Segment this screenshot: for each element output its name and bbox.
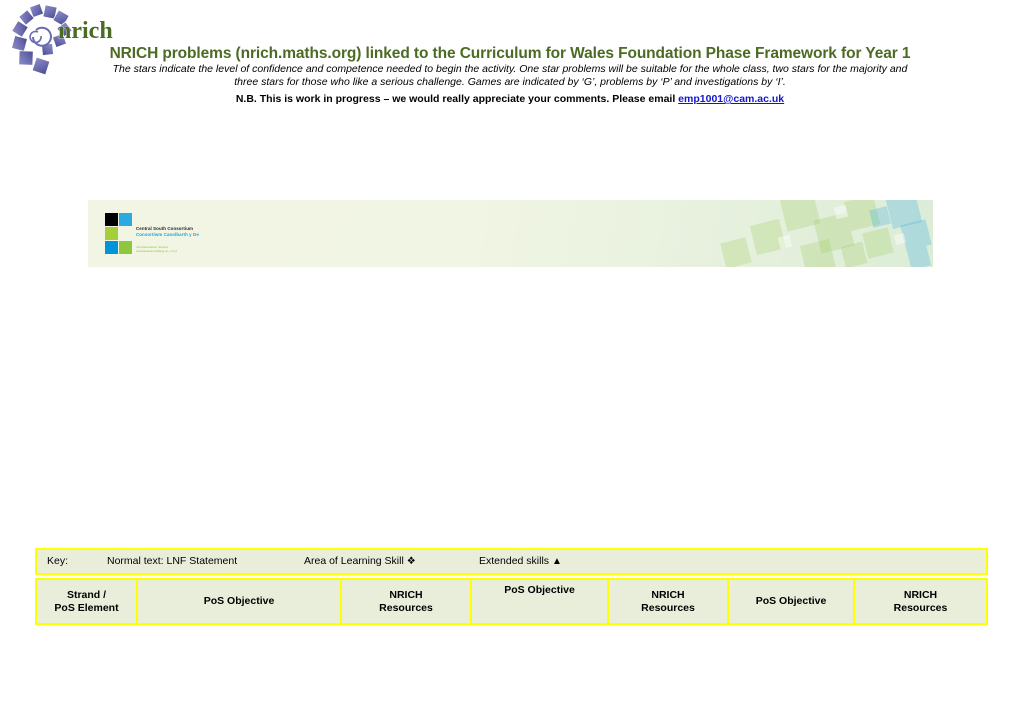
column-header-pos-objective-3: PoS Objective bbox=[729, 580, 855, 623]
consortium-logo-squares bbox=[105, 213, 133, 255]
column-header-line1: NRICH bbox=[903, 588, 938, 601]
logo-square-black bbox=[105, 213, 118, 226]
title-block: NRICH problems (nrich.maths.org) linked … bbox=[0, 44, 1020, 107]
column-header-line1: PoS Objective bbox=[203, 595, 275, 607]
subtitle-line-2: three stars for those who like a serious… bbox=[234, 76, 786, 88]
nrich-wordmark: nrich bbox=[58, 18, 113, 44]
consortium-logo: Central South Consortium Consortiwm Cano… bbox=[105, 213, 215, 255]
triangle-icon: ▲ bbox=[551, 556, 562, 567]
column-header-pos-objective-1: PoS Objective bbox=[138, 580, 342, 623]
key-area-of-learning: Area of Learning Skill ❖ bbox=[304, 555, 416, 567]
key-row: Key: Normal text: LNF Statement Area of … bbox=[35, 548, 988, 575]
note-line: N.B. This is work in progress – we would… bbox=[0, 92, 1020, 107]
note-text: N.B. This is work in progress – we would… bbox=[235, 93, 679, 105]
mosaic-decoration bbox=[720, 200, 932, 267]
column-header-nrich-resources-3: NRICH Resources bbox=[855, 580, 986, 623]
contact-email-link[interactable]: emp1001@cam.ac.uk bbox=[678, 93, 784, 105]
logo-square-green bbox=[105, 227, 118, 240]
column-header-strand-pos-element: Strand / PoS Element bbox=[37, 580, 138, 623]
key-extended-label: Extended skills bbox=[479, 555, 550, 567]
key-label: Key: bbox=[47, 555, 69, 567]
column-header-nrich-resources-2: NRICH Resources bbox=[609, 580, 729, 623]
column-header-line2: Resources bbox=[379, 601, 433, 614]
column-header-line1: Strand / bbox=[66, 588, 107, 601]
column-header-line1: PoS Objective bbox=[755, 595, 827, 607]
key-extended-skills: Extended skills ▲ bbox=[479, 555, 562, 567]
subtitle-line-1: The stars indicate the level of confiden… bbox=[112, 63, 908, 75]
logo-square-lightgreen bbox=[119, 241, 132, 254]
logo-square-blue bbox=[105, 241, 118, 254]
column-header-line2: PoS Element bbox=[54, 601, 119, 614]
column-header-line1: NRICH bbox=[389, 588, 423, 601]
column-header-pos-objective-2: PoS Objective bbox=[472, 580, 609, 623]
page-title: NRICH problems (nrich.maths.org) linked … bbox=[109, 45, 911, 62]
consortium-banner: Central South Consortium Consortiwm Cano… bbox=[88, 200, 933, 267]
column-header-line2: Resources bbox=[893, 601, 948, 614]
column-header-line1: NRICH bbox=[651, 588, 685, 601]
consortium-tagline-cy: Gwasanaeth Addysg ar y Cyd bbox=[136, 249, 177, 254]
key-normal-text: Normal text: LNF Statement bbox=[107, 555, 238, 567]
table-header-row: Strand / PoS Element PoS Objective NRICH… bbox=[35, 578, 988, 625]
logo-square-cyan bbox=[119, 213, 132, 226]
curriculum-grid: Key: Normal text: LNF Statement Area of … bbox=[35, 548, 988, 625]
column-header-nrich-resources-1: NRICH Resources bbox=[342, 580, 472, 623]
diamond-icon: ❖ bbox=[406, 556, 416, 567]
consortium-name-cy: Consortiwm Canolbarth y De bbox=[136, 231, 199, 237]
column-header-line1: PoS Objective bbox=[504, 584, 575, 596]
consortium-logo-text: Central South Consortium Consortiwm Cano… bbox=[136, 226, 216, 254]
column-header-line2: Resources bbox=[641, 601, 695, 614]
key-area-label: Area of Learning Skill bbox=[304, 555, 404, 567]
page-header: nrich NRICH problems (nrich.maths.org) l… bbox=[0, 0, 1020, 130]
